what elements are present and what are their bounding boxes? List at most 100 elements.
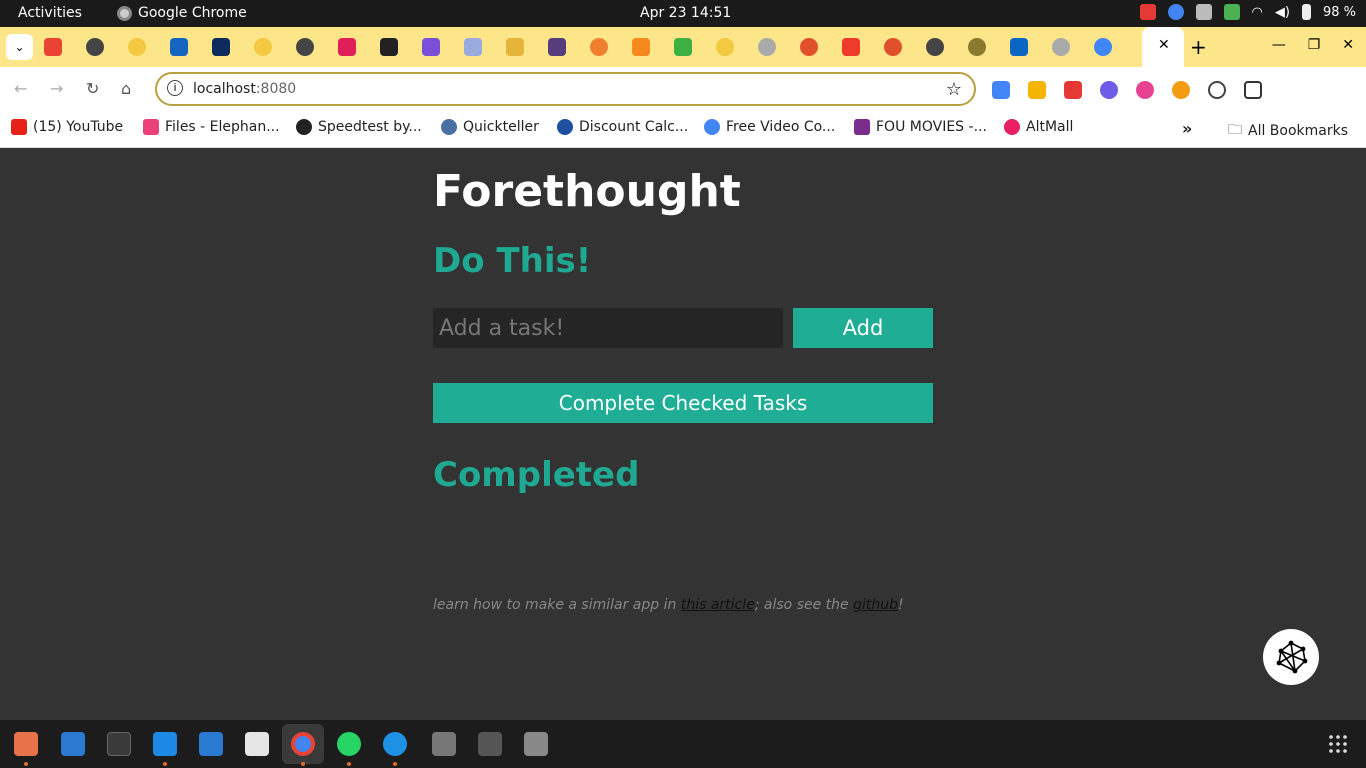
github-link[interactable]: github	[853, 597, 898, 613]
bookmark-star-icon[interactable]: ☆	[946, 79, 962, 100]
color-extension-icon[interactable]	[1136, 81, 1154, 99]
tab-icon[interactable]	[212, 38, 230, 56]
wifi-icon[interactable]: ◠	[1252, 5, 1263, 20]
tab-icon[interactable]	[632, 38, 650, 56]
tab-icon[interactable]	[1052, 38, 1070, 56]
speed-extension-icon[interactable]	[1208, 81, 1226, 99]
tab-icon[interactable]	[758, 38, 776, 56]
completed-heading: Completed	[433, 455, 640, 495]
bootstrap-tab-icon[interactable]	[548, 38, 566, 56]
terminal-app-icon[interactable]	[107, 732, 131, 756]
discount-calc-icon	[557, 119, 573, 135]
network-graph-button[interactable]	[1263, 629, 1319, 685]
new-tab-button[interactable]: +	[1190, 35, 1207, 59]
tab-icon[interactable]	[800, 38, 818, 56]
monitor-app-icon[interactable]	[199, 732, 223, 756]
gmail-tab-icon[interactable]	[44, 38, 62, 56]
google-tab-icon[interactable]	[1094, 38, 1112, 56]
close-tab-icon[interactable]: ✕	[1158, 37, 1170, 53]
minimize-icon[interactable]: —	[1272, 37, 1286, 53]
address-bar[interactable]: i localhost:8080 ☆	[155, 72, 976, 106]
system-tray[interactable]: ◠ ◀) 98 %	[1139, 4, 1356, 20]
maximize-icon[interactable]: ❐	[1308, 37, 1321, 53]
server-app-icon[interactable]	[432, 732, 456, 756]
tab-icon[interactable]	[380, 38, 398, 56]
tab-icon[interactable]	[884, 38, 902, 56]
close-window-icon[interactable]: ✕	[1342, 37, 1354, 53]
extension-icon[interactable]	[1172, 81, 1190, 99]
tab-icon[interactable]	[506, 38, 524, 56]
running-indicator	[393, 762, 397, 766]
back-icon[interactable]: ←	[14, 79, 27, 98]
tab-icon[interactable]	[86, 38, 104, 56]
page-content: Forethought Do This! Add Complete Checke…	[0, 148, 1366, 720]
tab-icon[interactable]	[842, 38, 860, 56]
tab-icon[interactable]	[170, 38, 188, 56]
shield-icon[interactable]	[1223, 4, 1240, 20]
docker-app-icon[interactable]	[383, 732, 407, 756]
youtube-icon	[11, 119, 27, 135]
translate-extension-icon[interactable]	[992, 81, 1010, 99]
extensions-area	[992, 81, 1262, 99]
all-bookmarks-button[interactable]: 🗀 All Bookmarks	[1228, 119, 1348, 143]
bookmark-item[interactable]: FOU MOVIES -...	[854, 119, 987, 135]
extension-icon[interactable]	[1064, 81, 1082, 99]
bookmark-item[interactable]: (15) YouTube	[11, 119, 123, 135]
tab-icon[interactable]	[254, 38, 272, 56]
activities-button[interactable]: Activities	[18, 5, 82, 21]
bookmark-item[interactable]: AltMall	[1004, 119, 1073, 135]
bookmarks-bar: (15) YouTube Files - Elephan... Speedtes…	[0, 112, 1366, 148]
bookmark-item[interactable]: Speedtest by...	[296, 119, 422, 135]
task-input[interactable]	[433, 308, 783, 348]
bookmark-item[interactable]: Free Video Co...	[704, 119, 835, 135]
tab-icon[interactable]	[464, 38, 482, 56]
add-button[interactable]: Add	[793, 308, 933, 348]
anydesk-icon[interactable]	[1139, 4, 1156, 20]
clock[interactable]: Apr 23 14:51	[640, 5, 731, 21]
tab-icon[interactable]	[590, 38, 608, 56]
google-icon	[704, 119, 720, 135]
app-menu[interactable]: Google Chrome	[117, 5, 247, 21]
complete-checked-tasks-button[interactable]: Complete Checked Tasks	[433, 383, 933, 423]
reload-icon[interactable]: ↻	[86, 79, 99, 98]
active-tab[interactable]: ✕	[1142, 27, 1184, 67]
tab-icon[interactable]	[926, 38, 944, 56]
extension-icon[interactable]	[1100, 81, 1118, 99]
show-apps-icon[interactable]	[1328, 734, 1348, 754]
home-icon[interactable]: ⌂	[121, 79, 131, 98]
bookmark-item[interactable]: Quickteller	[441, 119, 539, 135]
volume-icon[interactable]: ◀)	[1275, 5, 1290, 20]
tab-icon[interactable]	[296, 38, 314, 56]
tab-icon[interactable]	[968, 38, 986, 56]
weather-icon[interactable]	[1195, 4, 1212, 20]
text-editor-app-icon[interactable]	[245, 732, 269, 756]
slack-tab-icon[interactable]	[338, 38, 356, 56]
trash-app-icon[interactable]	[524, 732, 548, 756]
tab-search-button[interactable]: ⌄	[6, 34, 33, 60]
tab-icon[interactable]	[128, 38, 146, 56]
footer-note: learn how to make a similar app in this …	[433, 597, 904, 613]
disk-app-icon[interactable]	[478, 732, 502, 756]
keep-extension-icon[interactable]	[1028, 81, 1046, 99]
linkedin-tab-icon[interactable]	[1010, 38, 1028, 56]
chrome-tray-icon[interactable]	[1167, 4, 1184, 20]
running-indicator	[347, 762, 351, 766]
system-top-bar: Activities Google Chrome Apr 23 14:51 ◠ …	[0, 0, 1366, 27]
article-link[interactable]: this article	[681, 597, 755, 613]
vscode-app-icon[interactable]	[153, 732, 177, 756]
tab-icon[interactable]	[716, 38, 734, 56]
bookmark-item[interactable]: Discount Calc...	[557, 119, 688, 135]
writer-app-icon[interactable]	[61, 732, 85, 756]
extensions-puzzle-icon[interactable]	[1244, 81, 1262, 99]
running-indicator	[301, 762, 305, 766]
forward-icon[interactable]: →	[50, 79, 63, 98]
bookmark-item[interactable]: Files - Elephan...	[143, 119, 280, 135]
app-name: Google Chrome	[138, 5, 247, 21]
site-info-icon[interactable]: i	[167, 80, 183, 96]
files-app-icon[interactable]	[14, 732, 38, 756]
whatsapp-app-icon[interactable]	[337, 732, 361, 756]
tab-icon[interactable]	[422, 38, 440, 56]
tab-icon[interactable]	[674, 38, 692, 56]
more-bookmarks-button[interactable]: »	[1182, 119, 1192, 138]
chrome-app-icon[interactable]	[291, 732, 315, 756]
